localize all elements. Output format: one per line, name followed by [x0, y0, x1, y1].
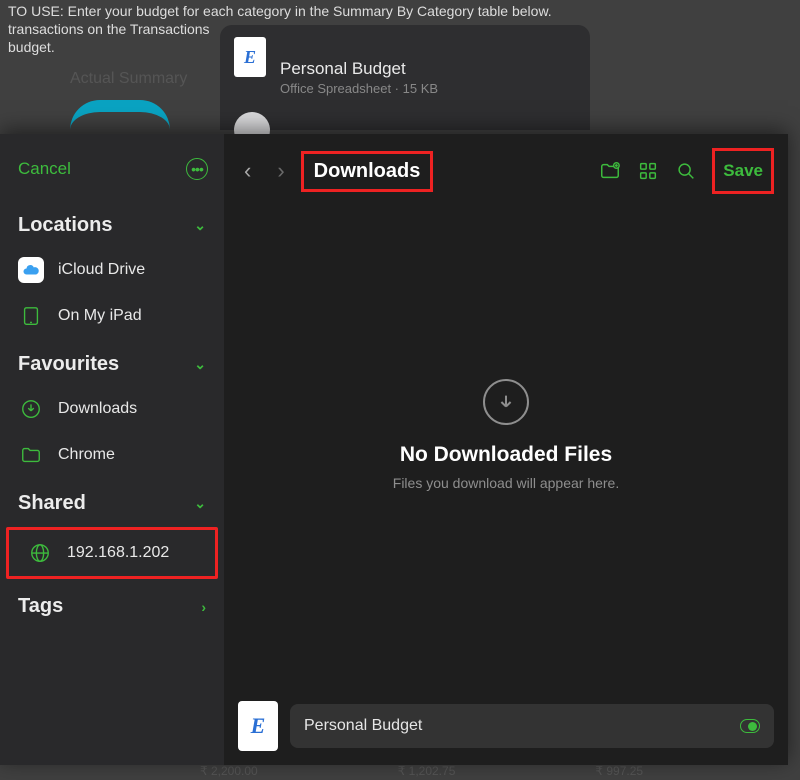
share-file-meta: Office Spreadsheet · 15 KB: [280, 81, 438, 96]
empty-title: No Downloaded Files: [400, 443, 612, 467]
bg-values-row: ₹ 2,200.00 ₹ 1,202.75 ₹ 997.25: [200, 764, 643, 778]
shared-label: Shared: [18, 492, 86, 515]
filename-input[interactable]: Personal Budget: [290, 704, 774, 748]
bg-value: ₹ 2,200.00: [200, 764, 258, 778]
sidebar-item-label: Chrome: [58, 446, 206, 464]
sidebar-item-label: Downloads: [58, 400, 206, 418]
locations-header[interactable]: Locations ⌄: [0, 200, 224, 247]
sidebar-item-network-share[interactable]: 192.168.1.202: [9, 530, 215, 576]
main-panel: ‹ › Downloads Save No Downloaded F: [224, 134, 788, 765]
ipad-icon: [18, 303, 44, 329]
globe-icon: [27, 540, 53, 566]
more-options-icon[interactable]: •••: [186, 158, 208, 180]
favourites-header[interactable]: Favourites ⌄: [0, 339, 224, 386]
bg-chart-arc: [70, 100, 170, 130]
empty-state: No Downloaded Files Files you download w…: [224, 178, 788, 691]
sidebar-item-label: 192.168.1.202: [67, 544, 197, 562]
filename-value: Personal Budget: [304, 717, 422, 735]
chevron-down-icon: ⌄: [194, 217, 206, 234]
sidebar: Cancel ••• Locations ⌄ iCloud Drive On M…: [0, 134, 224, 765]
empty-subtitle: Files you download will appear here.: [393, 475, 619, 491]
filename-bar: E Personal Budget: [224, 691, 788, 765]
bg-instruction-line: TO USE: Enter your budget for each categ…: [8, 2, 552, 20]
sidebar-item-downloads[interactable]: Downloads: [0, 386, 224, 432]
favourites-label: Favourites: [18, 353, 119, 376]
spreadsheet-file-icon: E: [234, 37, 266, 77]
locations-label: Locations: [18, 214, 112, 237]
download-circle-icon: [18, 396, 44, 422]
share-file-title: Personal Budget: [280, 59, 438, 79]
chevron-down-icon: ⌄: [194, 356, 206, 373]
file-browser: Cancel ••• Locations ⌄ iCloud Drive On M…: [0, 134, 788, 765]
shared-header[interactable]: Shared ⌄: [0, 478, 224, 525]
sidebar-item-icloud[interactable]: iCloud Drive: [0, 247, 224, 293]
file-thumbnail-icon: E: [238, 701, 278, 751]
bg-value: ₹ 997.25: [595, 764, 643, 778]
chevron-down-icon: ⌄: [194, 495, 206, 512]
download-arrow-icon: [483, 379, 529, 425]
bg-section-label: Actual Summary: [70, 70, 187, 88]
chevron-right-icon: ›: [201, 599, 206, 615]
sidebar-item-label: On My iPad: [58, 307, 206, 325]
sidebar-item-label: iCloud Drive: [58, 261, 206, 279]
icloud-icon: [18, 257, 44, 283]
sidebar-item-chrome[interactable]: Chrome: [0, 432, 224, 478]
bg-value: ₹ 1,202.75: [398, 764, 456, 778]
tags-label: Tags: [18, 595, 63, 618]
folder-icon: [18, 442, 44, 468]
extension-toggle-icon[interactable]: [740, 719, 760, 733]
share-preview-card: E Personal Budget Office Spreadsheet · 1…: [220, 25, 590, 130]
cancel-button[interactable]: Cancel: [18, 159, 71, 179]
tags-header[interactable]: Tags ›: [0, 581, 224, 628]
sidebar-item-ipad[interactable]: On My iPad: [0, 293, 224, 339]
highlight-box: 192.168.1.202: [6, 527, 218, 579]
